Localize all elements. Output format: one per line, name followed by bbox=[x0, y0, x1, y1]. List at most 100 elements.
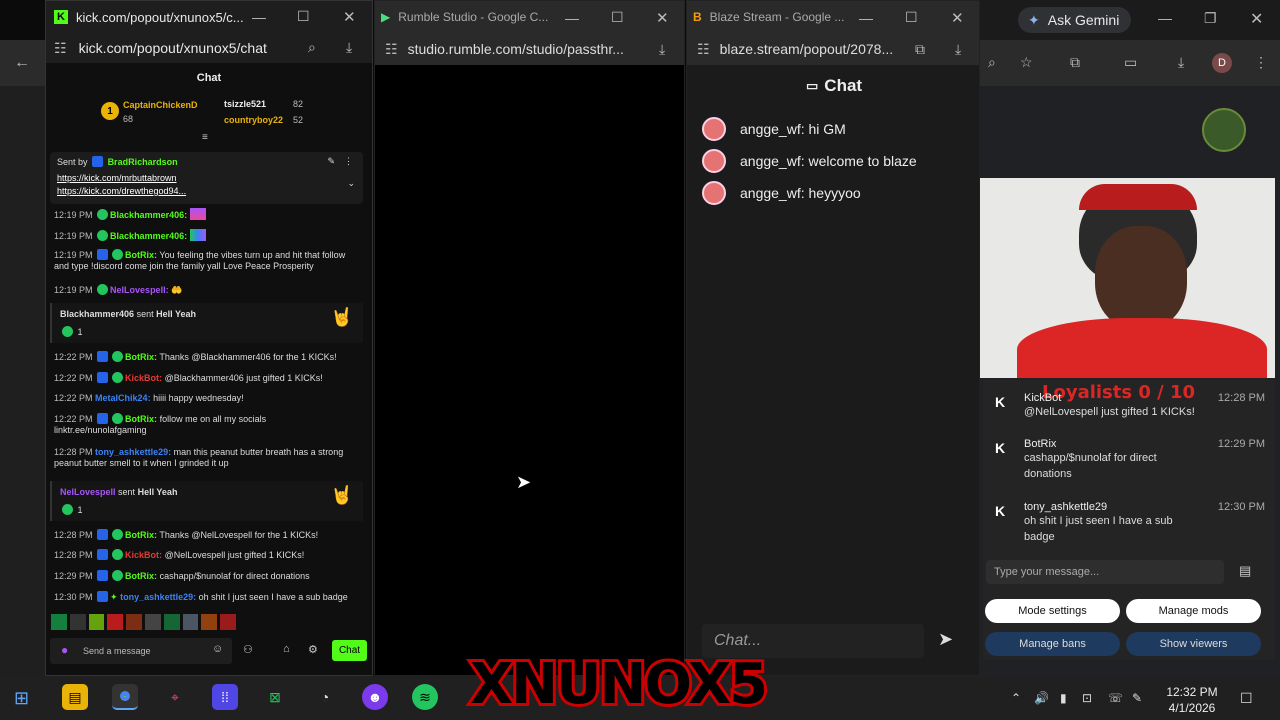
emoji-icon[interactable]: ☺ bbox=[212, 643, 223, 655]
chat-message: 12:19 PM NelLovespell: 🤲 bbox=[54, 284, 183, 295]
rumble-url[interactable]: studio.rumble.com/studio/passthr... bbox=[408, 41, 624, 57]
overlay-message: K BotRix cashapp/$nunolaf for direct don… bbox=[995, 438, 1265, 482]
back-arrow-icon[interactable]: ← bbox=[14, 54, 30, 72]
notification-icon[interactable]: ☐ bbox=[1240, 690, 1253, 707]
clock[interactable]: 12:32 PM 4/1/2026 bbox=[1160, 684, 1224, 716]
close-icon[interactable]: ✕ bbox=[1250, 9, 1263, 29]
users-icon[interactable]: ⚇ bbox=[243, 643, 253, 656]
pin-sender: BradRichardson bbox=[107, 157, 178, 167]
site-settings-icon[interactable]: ☷ bbox=[54, 40, 67, 57]
file-explorer-icon[interactable]: ▤ bbox=[62, 684, 88, 710]
windows-start-icon[interactable]: ⊞ bbox=[14, 688, 29, 709]
maximize-icon[interactable]: ☐ bbox=[611, 9, 624, 26]
kick-window-title: kick.com/popout/xnunox5/c... bbox=[76, 9, 244, 25]
kick-icon: K bbox=[995, 440, 1006, 456]
chat-message: 12:30 PM ✦ tony_ashkettle29: oh shit I j… bbox=[54, 591, 348, 602]
kick-logo-icon: K bbox=[54, 10, 68, 24]
close-icon[interactable]: ✕ bbox=[343, 8, 356, 26]
message-time: 12:30 PM bbox=[1217, 501, 1265, 513]
emote-bar[interactable] bbox=[51, 614, 236, 630]
minimize-icon[interactable]: — bbox=[252, 9, 266, 25]
expand-icon[interactable]: ≡ bbox=[202, 132, 208, 143]
blaze-window: B Blaze Stream - Google ... — ☐ ✕ ☷ blaz… bbox=[686, 0, 980, 676]
download-icon[interactable]: ⤓ bbox=[346, 39, 352, 56]
apps-icon[interactable]: ⁞⁞ bbox=[212, 684, 238, 710]
blaze-url[interactable]: blaze.stream/popout/2078... bbox=[720, 41, 894, 57]
chat-message: 12:22 PM KickBot: @Blackhammer406 just g… bbox=[54, 372, 323, 383]
pinned-message: Sent by BradRichardson https://kick.com/… bbox=[50, 152, 363, 204]
usb-icon[interactable]: ▮ bbox=[1060, 691, 1067, 705]
message-time: 12:29 PM bbox=[1217, 438, 1265, 450]
site-settings-icon[interactable]: ☷ bbox=[385, 41, 398, 58]
mic-icon[interactable]: ● bbox=[61, 643, 68, 657]
network-icon[interactable]: ⊡ bbox=[1082, 691, 1092, 705]
phone-icon[interactable]: ☏ bbox=[1108, 691, 1123, 705]
message-text: oh shit I just seen I have a sub badge bbox=[1024, 515, 1173, 543]
excel-icon[interactable]: ⊠ bbox=[262, 684, 288, 710]
minimize-icon[interactable]: — bbox=[1158, 10, 1172, 26]
chat-message: 12:19 PM Blackhammer406: bbox=[54, 229, 359, 242]
install-icon[interactable]: ⧉ bbox=[915, 41, 925, 58]
kick-addressbar: ☷ kick.com/popout/xnunox5/chat ⌕ ⤓ bbox=[46, 33, 372, 63]
menu-icon[interactable]: ⋮ bbox=[1254, 54, 1268, 71]
chevron-down-icon[interactable]: ⌄ bbox=[347, 178, 355, 189]
spotify-icon[interactable]: ≋ bbox=[412, 684, 438, 710]
minimize-icon[interactable]: — bbox=[565, 10, 579, 26]
blaze-message: angge_wf: welcome to blaze bbox=[702, 149, 917, 173]
zoom-icon[interactable]: ⌕ bbox=[988, 54, 996, 71]
maximize-icon[interactable]: ☐ bbox=[297, 8, 310, 25]
pinned-link[interactable]: https://kick.com/drewthegod94... bbox=[57, 185, 356, 198]
kicks-icon bbox=[62, 326, 73, 337]
chat-message: 12:28 PM tony_ashkettle29: man this pean… bbox=[54, 447, 344, 468]
restore-icon[interactable]: ❐ bbox=[1204, 10, 1217, 27]
send-icon[interactable]: ➤ bbox=[938, 629, 953, 650]
xnunox5-logo: XNUNOX5 bbox=[467, 649, 771, 720]
gift-icon[interactable]: ⌂ bbox=[283, 643, 290, 655]
chat-message: 12:28 PM BotRix: Thanks @NelLovespell fo… bbox=[54, 529, 319, 540]
maximize-icon[interactable]: ☐ bbox=[905, 9, 918, 26]
chat-bubble-icon: ▭ bbox=[806, 78, 819, 93]
kick-message-input[interactable]: Send a message bbox=[50, 638, 232, 664]
discord-icon[interactable]: ☻ bbox=[362, 684, 388, 710]
show-viewers-button[interactable]: Show viewers bbox=[1126, 632, 1261, 656]
chevron-up-icon[interactable]: ⌃ bbox=[1011, 691, 1021, 705]
site-settings-icon[interactable]: ☷ bbox=[697, 41, 710, 58]
pen-icon[interactable]: ✎ bbox=[1132, 691, 1142, 705]
close-icon[interactable]: ✕ bbox=[656, 9, 669, 27]
chat-send-button[interactable]: Chat bbox=[332, 640, 367, 661]
mode-settings-button[interactable]: Mode settings bbox=[985, 599, 1120, 623]
pin-icon[interactable]: ✎ bbox=[327, 156, 335, 167]
close-icon[interactable]: ✕ bbox=[951, 9, 964, 27]
chat-message: 12:19 PM Blackhammer406: bbox=[54, 208, 359, 221]
blaze-addressbar: ☷ blaze.stream/popout/2078... ⧉ ⤓ bbox=[687, 33, 979, 65]
gear-icon[interactable]: ⚙ bbox=[308, 643, 318, 656]
manage-bans-button[interactable]: Manage bans bbox=[985, 632, 1120, 656]
pinned-link[interactable]: https://kick.com/mrbuttabrown bbox=[57, 172, 356, 185]
kick-url[interactable]: kick.com/popout/xnunox5/chat bbox=[79, 40, 267, 56]
star-icon[interactable]: ☆ bbox=[1020, 54, 1033, 71]
maps-icon[interactable]: ⌖ bbox=[162, 684, 188, 710]
more-icon[interactable]: ⋮ bbox=[344, 156, 353, 167]
chat-settings-icon[interactable]: ▤ bbox=[1239, 563, 1251, 579]
download-icon[interactable]: ⤓ bbox=[955, 41, 961, 58]
manage-mods-button[interactable]: Manage mods bbox=[1126, 599, 1261, 623]
speedometer-icon[interactable]: ◔ bbox=[312, 684, 338, 710]
download-icon[interactable]: ⤓ bbox=[1178, 54, 1184, 71]
chrome-icon[interactable] bbox=[112, 684, 138, 710]
ask-gemini-button[interactable]: ✦ Ask Gemini bbox=[1018, 7, 1132, 33]
minimize-icon[interactable]: — bbox=[859, 10, 873, 26]
blaze-titlebar: B Blaze Stream - Google ... — ☐ ✕ bbox=[687, 1, 979, 33]
profile-avatar[interactable]: D bbox=[1212, 53, 1232, 73]
rumble-logo-icon: ▶ bbox=[381, 10, 391, 24]
avatar bbox=[702, 181, 726, 205]
volume-icon[interactable]: 🔊 bbox=[1034, 691, 1049, 705]
zoom-icon[interactable]: ⌕ bbox=[308, 39, 316, 56]
extensions-icon[interactable]: ⧉ bbox=[1070, 54, 1080, 71]
mouse-cursor-icon: ➤ bbox=[516, 472, 532, 492]
overlay-message-input[interactable]: Type your message... bbox=[986, 560, 1224, 584]
leader-score: 52 bbox=[293, 115, 304, 125]
leader-score: 68 bbox=[123, 114, 134, 124]
blaze-message: angge_wf: heyyyoo bbox=[702, 181, 861, 205]
cast-icon[interactable]: ▭ bbox=[1124, 54, 1137, 71]
download-icon[interactable]: ⤓ bbox=[659, 41, 665, 58]
